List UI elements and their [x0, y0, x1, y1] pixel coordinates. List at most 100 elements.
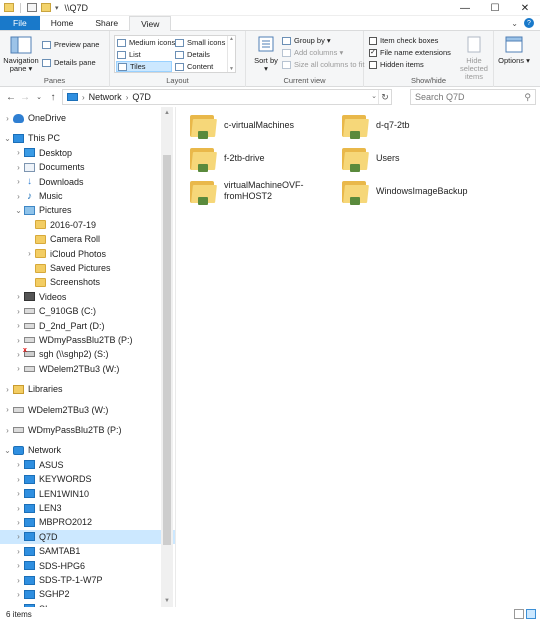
nav-item[interactable]: › ♪ Music	[0, 189, 175, 203]
chevron-right-icon[interactable]: ›	[3, 426, 12, 435]
chevron-right-icon[interactable]: ›	[3, 114, 12, 123]
size-columns-button[interactable]: Size all columns to fit	[282, 59, 364, 70]
chevron-down-icon[interactable]: ⌄	[371, 92, 377, 100]
tab-file[interactable]: File	[0, 16, 40, 30]
nav-item[interactable]: › Videos	[0, 290, 175, 304]
small-icons-option[interactable]: Small icons	[175, 37, 225, 48]
forward-button[interactable]: →	[18, 89, 32, 105]
nav-item[interactable]: › sgh (\\sghp2) (S:)	[0, 347, 175, 361]
chevron-right-icon[interactable]: ›	[14, 561, 23, 570]
nav-item[interactable]: ⌄ This PC	[0, 131, 175, 145]
preview-pane-button[interactable]: Preview pane	[42, 39, 99, 50]
chevron-right-icon[interactable]: ›	[14, 489, 23, 498]
hidden-items-toggle[interactable]: Hidden items	[369, 59, 424, 70]
chevron-right-icon[interactable]: ›	[14, 307, 23, 316]
up-button[interactable]: ↑	[46, 89, 60, 105]
tab-view[interactable]: View	[129, 16, 172, 31]
chevron-right-icon[interactable]: ›	[126, 93, 129, 102]
nav-item[interactable]: › ↓ Downloads	[0, 175, 175, 189]
chevron-right-icon[interactable]: ›	[14, 547, 23, 556]
chevron-right-icon[interactable]: ›	[3, 405, 12, 414]
scrollbar-thumb[interactable]	[163, 155, 171, 545]
large-icons-view-button[interactable]	[526, 609, 536, 619]
nav-item[interactable]: › LEN3	[0, 501, 175, 515]
nav-item[interactable]: › OneDrive	[0, 111, 175, 125]
nav-item[interactable]: › Documents	[0, 160, 175, 174]
nav-item[interactable]: › WDmyPassBlu2TB (P:)	[0, 333, 175, 347]
back-button[interactable]: ←	[4, 89, 18, 105]
breadcrumb-q7d[interactable]: Q7D	[132, 92, 151, 102]
nav-item[interactable]: Camera Roll	[0, 232, 175, 246]
nav-item[interactable]: Saved Pictures	[0, 261, 175, 275]
close-button[interactable]: ✕	[510, 0, 540, 16]
nav-item[interactable]: › WDelem2TBu3 (W:)	[0, 362, 175, 376]
nav-item[interactable]: › iCloud Photos	[0, 247, 175, 261]
chevron-right-icon[interactable]: ›	[14, 292, 23, 301]
details-option[interactable]: Details	[175, 49, 210, 60]
nav-item[interactable]: › WDmyPassBlu2TB (P:)	[0, 423, 175, 437]
folder-tile[interactable]: c-virtualMachines	[188, 111, 333, 139]
nav-item[interactable]: 2016-07-19	[0, 218, 175, 232]
chevron-right-icon[interactable]: ›	[14, 475, 23, 484]
address-bar[interactable]: › Network › Q7D ⌄ ↻	[62, 89, 392, 105]
options-button[interactable]: Options ▾	[498, 35, 530, 65]
chevron-down-icon[interactable]: ⌄	[3, 134, 12, 143]
nav-item[interactable]: › Libraries	[0, 382, 175, 396]
nav-item[interactable]: › SAMTAB1	[0, 544, 175, 558]
hidden-items-checkbox[interactable]	[369, 60, 377, 69]
breadcrumb-network[interactable]: Network	[89, 92, 122, 102]
details-view-button[interactable]	[514, 609, 524, 619]
nav-item[interactable]: › Q7D	[0, 529, 175, 544]
medium-icons-option[interactable]: Medium icons	[117, 37, 175, 48]
new-folder-icon[interactable]	[41, 3, 51, 12]
chevron-right-icon[interactable]: ›	[14, 177, 23, 186]
chevron-right-icon[interactable]: ›	[14, 192, 23, 201]
nav-item[interactable]: › ASUS	[0, 458, 175, 472]
folder-tile[interactable]: virtualMachineOVF-fromHOST2	[188, 177, 333, 205]
chevron-right-icon[interactable]: ›	[14, 504, 23, 513]
add-columns-button[interactable]: Add columns ▾	[282, 47, 343, 58]
tab-share[interactable]: Share	[84, 16, 129, 30]
nav-item[interactable]: › D_2nd_Part (D:)	[0, 319, 175, 333]
nav-item[interactable]: ⌄ Network	[0, 443, 175, 457]
chevron-right-icon[interactable]: ›	[25, 249, 34, 258]
sort-by-button[interactable]: Sort by ▾	[254, 35, 278, 73]
list-option[interactable]: List	[117, 49, 141, 60]
nav-scrollbar[interactable]: ▲ ▼	[161, 107, 173, 607]
chevron-right-icon[interactable]: ›	[14, 460, 23, 469]
chevron-right-icon[interactable]: ›	[14, 148, 23, 157]
chevron-down-icon[interactable]: ⌄	[14, 206, 23, 215]
chevron-right-icon[interactable]: ›	[14, 576, 23, 585]
chevron-right-icon[interactable]: ›	[14, 590, 23, 599]
chevron-right-icon[interactable]: ›	[14, 518, 23, 527]
chevron-right-icon[interactable]: ›	[14, 532, 23, 541]
content-option[interactable]: Content	[175, 61, 213, 72]
nav-item[interactable]: › MBPRO2012	[0, 515, 175, 529]
chevron-right-icon[interactable]: ›	[3, 385, 12, 394]
chevron-right-icon[interactable]: ›	[14, 364, 23, 373]
chevron-down-icon[interactable]: ▾	[55, 4, 59, 12]
nav-item[interactable]: › SDS-TP-1-W7P	[0, 573, 175, 587]
nav-item[interactable]: › SGHP2	[0, 587, 175, 601]
refresh-button[interactable]: ↻	[378, 90, 391, 104]
minimize-button[interactable]: —	[450, 0, 480, 16]
chevron-up-icon[interactable]: ▲	[229, 36, 234, 42]
chevron-down-icon[interactable]: ⌄	[511, 19, 518, 28]
folder-tile[interactable]: Users	[340, 144, 485, 172]
chevron-down-icon[interactable]: ▼	[229, 66, 234, 72]
nav-item[interactable]: › SDS-HPG6	[0, 559, 175, 573]
nav-item[interactable]: › KEYWORDS	[0, 472, 175, 486]
search-input[interactable]: Search Q7D ⚲	[410, 89, 536, 105]
file-name-extensions-checkbox[interactable]: ✓	[369, 48, 377, 57]
chevron-right-icon[interactable]: ›	[14, 336, 23, 345]
nav-item[interactable]: › LEN1WIN10	[0, 487, 175, 501]
chevron-right-icon[interactable]: ›	[14, 350, 23, 359]
chevron-up-icon[interactable]: ▲	[161, 107, 173, 119]
nav-item[interactable]: ⌄ Pictures	[0, 203, 175, 217]
folder-tile[interactable]: d-q7-2tb	[340, 111, 485, 139]
nav-item[interactable]: › WDelem2TBu3 (W:)	[0, 403, 175, 417]
hide-selected-items-button[interactable]: Hide selected items	[456, 35, 492, 81]
group-by-button[interactable]: Group by ▾	[282, 35, 331, 46]
item-check-boxes-checkbox[interactable]	[369, 36, 377, 45]
chevron-right-icon[interactable]: ›	[14, 163, 23, 172]
